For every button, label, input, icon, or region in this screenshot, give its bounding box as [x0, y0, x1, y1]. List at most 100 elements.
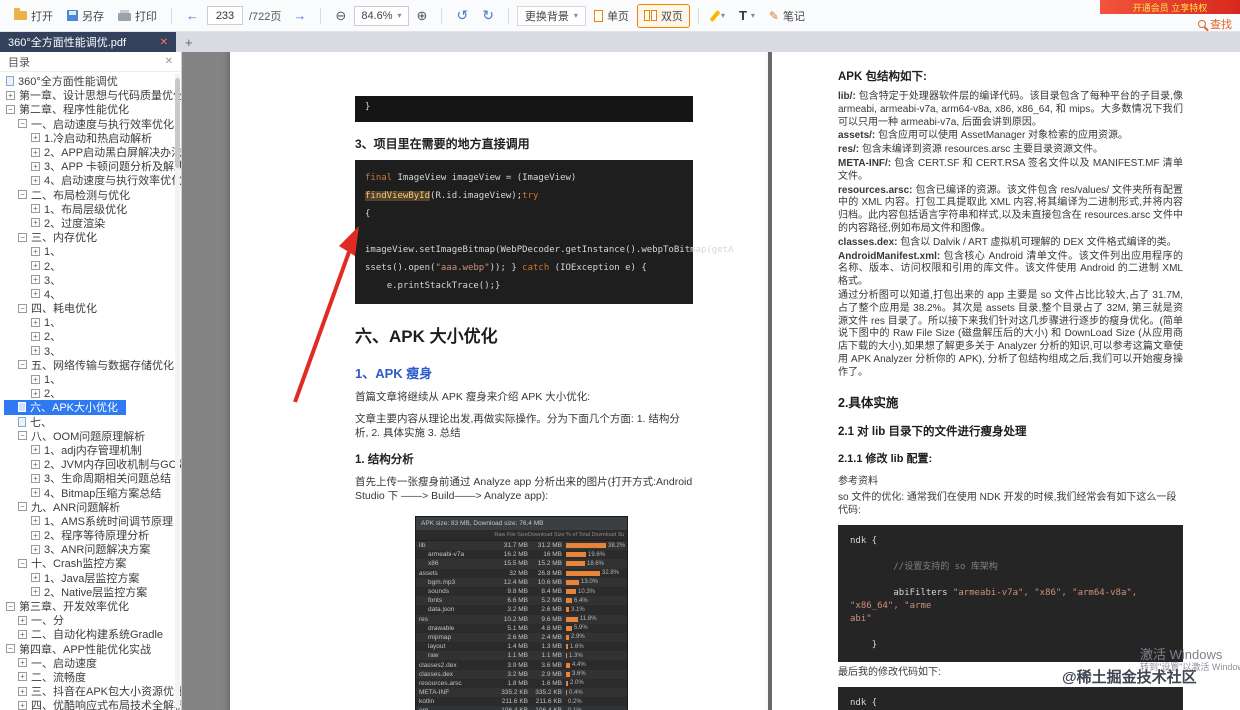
toc-item[interactable]: + 第一章、设计思想与代码质量优化 [4, 88, 181, 102]
toc-item[interactable]: +2、程序等待原理分析 [4, 528, 181, 542]
expand-icon[interactable]: + [31, 488, 40, 498]
expand-icon[interactable]: + [31, 459, 40, 469]
toc-item[interactable]: − 九、ANR问题解析 [4, 500, 181, 514]
undo-button[interactable]: ↺ [450, 4, 474, 27]
toc-item[interactable]: − 五、网络传输与数据存储优化 [4, 358, 181, 372]
expand-icon[interactable]: + [31, 388, 40, 398]
toc-item[interactable]: +3、APP 卡顿问题分析及解决方案 [4, 159, 181, 173]
toc-item[interactable]: +1、Java层监控方案 [4, 571, 181, 585]
expand-icon[interactable]: + [31, 161, 40, 171]
toc-item[interactable]: + 二、自动化构建系统Gradle [4, 627, 181, 641]
collapse-icon[interactable]: − [18, 190, 27, 200]
double-page-button[interactable]: 双页 [636, 3, 690, 28]
toc-item[interactable]: − 三、内存优化 [4, 230, 181, 244]
next-page-button[interactable]: → [287, 5, 312, 26]
toc-item[interactable]: +1、布局层级优化 [4, 202, 181, 216]
toc-item[interactable]: +4、启动速度与执行效率优化之Stri [4, 173, 181, 187]
expand-icon[interactable]: + [31, 261, 40, 271]
expand-icon[interactable]: + [6, 90, 15, 100]
promo-banner[interactable]: 开通会员 立享特权 [1100, 0, 1240, 14]
toc-item[interactable]: 七、 [4, 415, 181, 429]
expand-icon[interactable]: + [31, 445, 40, 455]
collapse-icon[interactable]: − [18, 119, 27, 129]
collapse-icon[interactable]: − [6, 644, 15, 654]
note-tool[interactable]: ✎ 笔记 [763, 5, 811, 27]
expand-icon[interactable]: + [31, 530, 40, 540]
collapse-icon[interactable]: − [18, 360, 27, 370]
zoom-in-button[interactable]: ⊕ [411, 5, 434, 27]
expand-icon[interactable]: + [18, 700, 27, 710]
toc-item[interactable]: + 二、流畅度 [4, 670, 181, 684]
prev-page-button[interactable]: ← [180, 5, 205, 26]
close-tab-icon[interactable]: ✕ [160, 37, 168, 48]
print-button[interactable]: 打印 [112, 5, 163, 27]
find-button[interactable]: 查找 [1198, 16, 1232, 32]
expand-icon[interactable]: + [31, 544, 40, 554]
close-sidebar-icon[interactable]: ✕ [165, 56, 173, 67]
toc-item[interactable]: +4、 [4, 287, 181, 301]
collapse-icon[interactable]: − [6, 104, 15, 114]
scrollbar-thumb[interactable] [175, 78, 180, 168]
expand-icon[interactable]: + [31, 587, 40, 597]
expand-icon[interactable]: + [31, 516, 40, 526]
collapse-icon[interactable]: − [18, 232, 27, 242]
toc-item[interactable]: − 第二章、程序性能优化 [4, 102, 181, 116]
zoom-out-button[interactable]: ⊖ [329, 5, 352, 27]
collapse-icon[interactable]: − [18, 303, 27, 313]
save-as-button[interactable]: 另存 [61, 5, 110, 27]
toc-item[interactable]: +2、 [4, 258, 181, 273]
highlighter-tool[interactable]: ▾ [707, 7, 731, 25]
toc-item[interactable]: +2、 [4, 386, 181, 400]
expand-icon[interactable]: + [31, 346, 40, 356]
change-background-dropdown[interactable]: 更换背景 ▾ [516, 5, 586, 26]
toc-item[interactable]: + 一、分 [4, 613, 181, 627]
toc-item[interactable]: + 三、抖音在APK包大小资源优化的实践 [4, 684, 181, 698]
toc-item[interactable]: − 一、启动速度与执行效率优化 [4, 117, 181, 131]
expand-icon[interactable]: + [18, 629, 27, 639]
expand-icon[interactable]: + [31, 289, 40, 299]
new-tab-button[interactable]: + [176, 32, 202, 52]
expand-icon[interactable]: + [31, 573, 40, 583]
toc-item[interactable]: − 四、耗电优化 [4, 301, 181, 315]
collapse-icon[interactable]: − [18, 502, 27, 512]
expand-icon[interactable]: + [31, 147, 40, 157]
single-page-button[interactable]: 单页 [588, 5, 635, 27]
expand-icon[interactable]: + [31, 246, 40, 256]
toc-item[interactable]: − 八、OOM问题原理解析 [4, 429, 181, 443]
expand-icon[interactable]: + [18, 686, 27, 696]
toc-item[interactable]: +3、ANR问题解决方案 [4, 542, 181, 556]
toc-item[interactable]: +3、 [4, 344, 181, 358]
toc-item[interactable]: − 十、Crash监控方案 [4, 556, 181, 570]
toc-item[interactable]: +4、Bitmap压缩方案总结 [4, 485, 181, 500]
toc-item[interactable]: +3、生命周期相关问题总结 [4, 471, 181, 485]
expand-icon[interactable]: + [31, 175, 40, 185]
toc-item[interactable]: +2、Native层监控方案 [4, 585, 181, 599]
expand-icon[interactable]: + [31, 374, 40, 384]
expand-icon[interactable]: + [18, 658, 27, 668]
collapse-icon[interactable]: − [6, 601, 15, 611]
text-tool[interactable]: T ▾ [733, 5, 761, 26]
expand-icon[interactable]: + [31, 218, 40, 228]
toc-item[interactable]: − 第三章、开发效率优化 [4, 599, 181, 613]
toc-item[interactable]: +2、 [4, 329, 181, 343]
expand-icon[interactable]: + [31, 473, 40, 483]
sidebar-scrollbar[interactable] [175, 74, 180, 708]
toc-item[interactable]: +2、APP启动黑白屏解决办法 [4, 145, 181, 159]
toc-item[interactable]: +1、 [4, 315, 181, 329]
expand-icon[interactable]: + [31, 275, 40, 285]
toc-item[interactable]: − 二、布局检测与优化 [4, 188, 181, 202]
toc-item[interactable]: − 第四章、APP性能优化实战 [4, 642, 181, 656]
collapse-icon[interactable]: − [18, 431, 27, 441]
toc-item[interactable]: +1、 [4, 244, 181, 258]
toc-item[interactable]: +1、 [4, 372, 181, 386]
zoom-level-select[interactable]: 84.6% ▾ [354, 5, 409, 26]
toc-item[interactable]: 360°全方面性能调优 [4, 74, 181, 88]
expand-icon[interactable]: + [18, 672, 27, 682]
toc-item[interactable]: + 四、优酷响应式布局技术全解析 [4, 698, 181, 710]
expand-icon[interactable]: + [31, 331, 40, 341]
toc-item[interactable]: + 一、启动速度 [4, 656, 181, 670]
toc-item[interactable]: +3、 [4, 273, 181, 287]
expand-icon[interactable]: + [31, 204, 40, 214]
toc-item[interactable]: +1、AMS系统时间调节原理 [4, 514, 181, 528]
expand-icon[interactable]: + [31, 317, 40, 327]
